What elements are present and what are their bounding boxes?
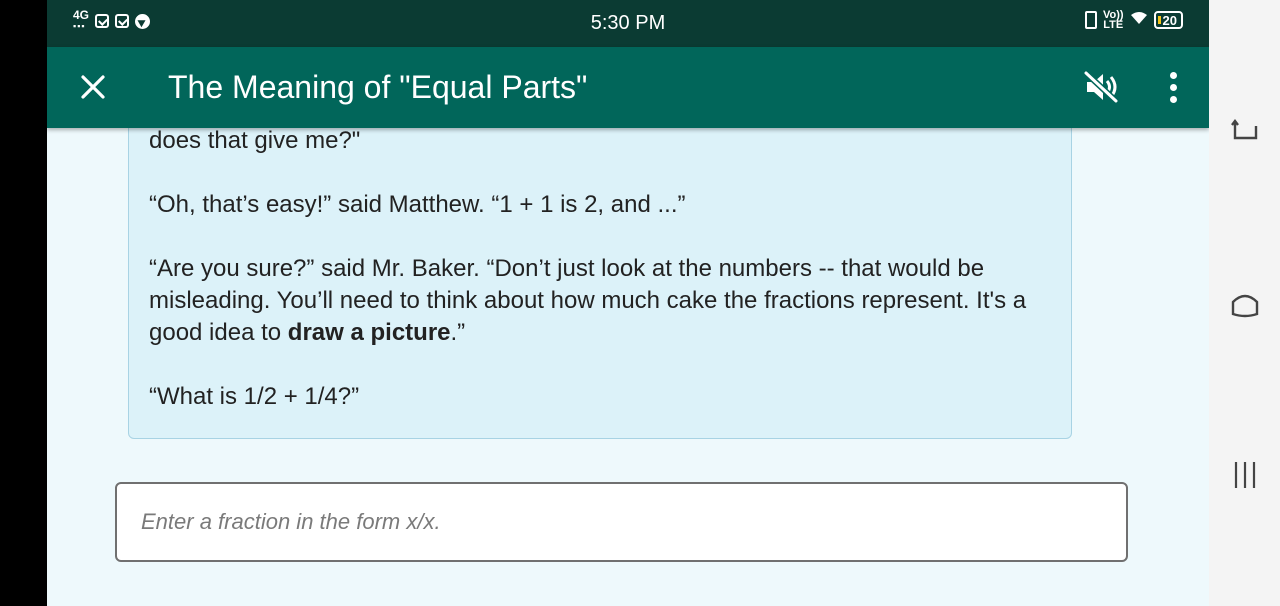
battery-icon: 20	[1153, 11, 1183, 29]
mute-button[interactable]	[1082, 69, 1122, 105]
screen: 4G ▪▪▪ 5:30 PM Vo)) LTE 20 The Meaning o…	[47, 0, 1209, 606]
page-title: The Meaning of "Equal Parts"	[168, 69, 588, 105]
close-button[interactable]	[75, 69, 111, 105]
question-text: “What is 1/2 + 1/4?”	[149, 383, 360, 410]
navigation-bar	[1209, 0, 1280, 606]
story-line-1: does that give me?"	[149, 127, 361, 154]
story-line-3-end: .”	[450, 319, 466, 346]
status-time: 5:30 PM	[590, 12, 666, 34]
app-bar: The Meaning of "Equal Parts"	[47, 47, 1209, 128]
story-line-3-text: “Are you sure?” said Mr. Baker. “Don’t j…	[149, 255, 1027, 346]
lte-label: LTE	[1103, 19, 1124, 31]
status-right-icons: Vo)) LTE 20	[1084, 10, 1183, 31]
recents-icon	[1234, 462, 1255, 488]
volte-indicator: Vo)) LTE	[1103, 10, 1124, 31]
draw-a-picture-emphasis: draw a picture	[287, 319, 451, 346]
status-bar: 4G ▪▪▪ 5:30 PM Vo)) LTE 20	[47, 0, 1209, 47]
rotate-button[interactable]	[1209, 116, 1280, 146]
battery-level: 20	[1162, 13, 1177, 28]
story-line-3: “Are you sure?” said Mr. Baker. “Don’t j…	[149, 253, 1049, 349]
recents-button[interactable]	[1209, 458, 1280, 492]
more-vert-icon-dot	[1169, 95, 1177, 103]
home-button[interactable]	[1209, 286, 1280, 320]
more-vert-icon-dot	[1169, 71, 1177, 79]
vibrate-icon	[1084, 11, 1097, 29]
more-options-button[interactable]	[1155, 69, 1191, 105]
story-line-2: “Oh, that’s easy!” said Matthew. “1 + 1 …	[149, 191, 686, 218]
left-bezel	[0, 0, 47, 606]
more-vert-icon-dot	[1169, 83, 1177, 91]
rotate-icon	[1230, 119, 1257, 140]
story-text: does that give me?" “Oh, that’s easy!” s…	[149, 125, 1049, 445]
wifi-icon	[1130, 11, 1148, 30]
story-card: does that give me?" “Oh, that’s easy!” s…	[128, 100, 1072, 439]
volume-off-icon	[1083, 70, 1119, 104]
home-icon	[1231, 294, 1258, 318]
close-icon	[81, 75, 105, 99]
fraction-answer-input[interactable]	[115, 482, 1128, 562]
